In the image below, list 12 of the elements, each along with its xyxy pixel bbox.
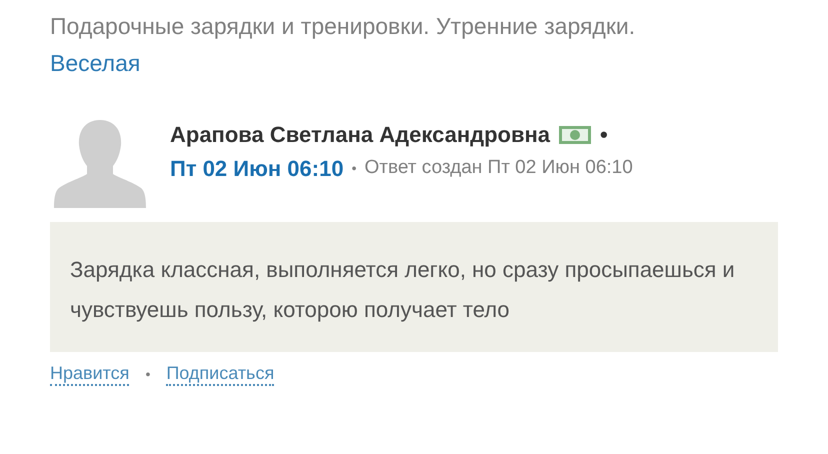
action-link[interactable]: Нравится [50,362,130,386]
category-link[interactable]: Веселая [50,50,140,76]
post-date-link[interactable]: Пт 02 Июн 06:10 [170,152,344,185]
separator-dot: • [145,364,150,384]
separator-dot: • [600,121,608,149]
separator-dot: • [352,159,356,178]
intro-text: Подарочные зарядки и тренировки. Утренние зарядки. [50,13,636,39]
author-name: Арапова Светлана Адександровна [170,121,550,149]
money-icon [558,125,592,145]
comment-text: Зарядка классная, выполняется легко, но сразу просыпаешься и чувствуешь пользу, которою получает тело [50,222,778,352]
action-link[interactable]: Подписаться [166,362,274,386]
answer-meta: Ответ создан Пт 02 Июн 06:10 [364,156,633,180]
